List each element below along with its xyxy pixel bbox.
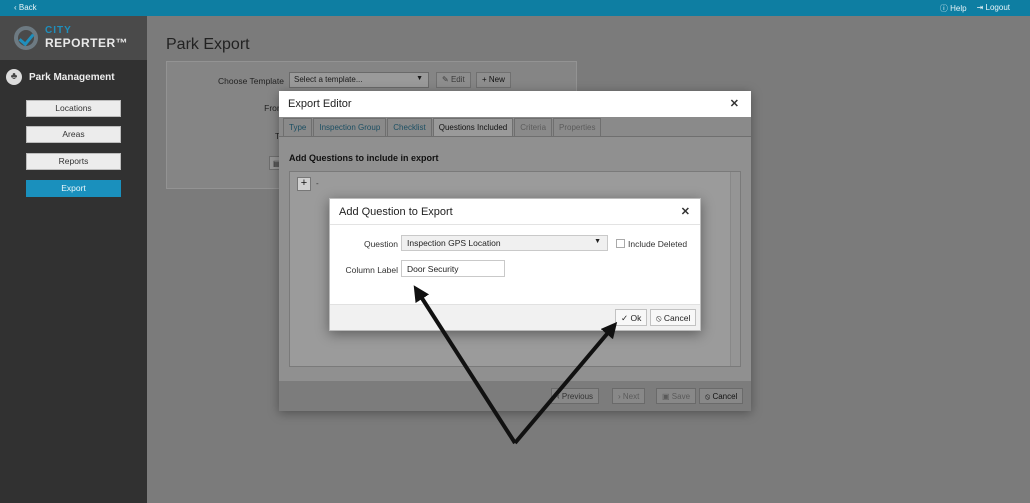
include-deleted-label: Include Deleted <box>628 239 688 249</box>
add-question-title: Add Question to Export <box>339 206 453 218</box>
template-select[interactable]: Select a template... ▼ <box>289 72 429 88</box>
questions-subheading: Add Questions to include in export <box>289 153 439 163</box>
tab-type[interactable]: Type <box>283 118 313 136</box>
cancel-button[interactable]: ⦸ Cancel <box>650 309 697 326</box>
help-link[interactable]: ⓘ Help <box>940 3 967 14</box>
cancel-label: Cancel <box>663 313 691 323</box>
tree-icon: ♣ <box>6 69 22 85</box>
save-button[interactable]: ▣ Save <box>656 388 697 404</box>
sidebar-item-locations[interactable]: Locations <box>26 100 121 117</box>
template-select-value: Select a template... <box>294 75 363 84</box>
column-label-input[interactable]: Door Security <box>401 260 505 277</box>
back-link[interactable]: ‹ Back <box>14 3 37 12</box>
floppy-icon: ▣ <box>662 392 672 401</box>
next-button[interactable]: › Next <box>612 388 646 404</box>
page-title: Park Export <box>166 36 250 53</box>
tab-properties[interactable]: Properties <box>553 118 602 136</box>
add-question-header: Add Question to Export ✕ <box>330 199 700 225</box>
logo-city-text: CITY <box>45 25 72 36</box>
from-label: From <box>264 103 284 113</box>
save-label: Save <box>671 392 691 401</box>
add-question-modal: Add Question to Export ✕ Question Inspec… <box>329 198 701 331</box>
ok-button[interactable]: ✓ Ok <box>615 309 648 326</box>
editor-cancel-button[interactable]: ⦸ Cancel <box>699 388 744 404</box>
next-label: Next <box>622 392 640 401</box>
sidebar: CITY REPORTER™ ♣ Park Management Locatio… <box>0 16 147 503</box>
plus-icon: + <box>482 75 489 84</box>
export-editor-footer: ‹ Previous › Next ▣ Save ⦸ Cancel <box>279 381 751 411</box>
sidebar-item-reports[interactable]: Reports <box>26 153 121 170</box>
to-label: To <box>177 131 284 141</box>
previous-button[interactable]: ‹ Previous <box>551 388 600 404</box>
include-deleted-checkbox[interactable] <box>616 239 625 248</box>
list-scrollbar[interactable] <box>730 172 740 366</box>
logo-check-icon <box>14 26 38 50</box>
logout-link[interactable]: ⇥ Logout <box>977 3 1010 14</box>
sidebar-item-export[interactable]: Export <box>26 180 121 197</box>
choose-template-label: Choose Template <box>218 76 284 86</box>
tab-checklist[interactable]: Checklist <box>387 118 432 136</box>
tab-criteria[interactable]: Criteria <box>514 118 553 136</box>
top-bar-actions: ⓘ Help ⇥ Logout <box>940 3 1010 14</box>
city-reporter-logo: CITY REPORTER™ <box>0 16 147 60</box>
empty-list-marker: - <box>316 179 319 188</box>
pencil-icon: ✎ <box>442 75 451 84</box>
new-template-button[interactable]: + New <box>476 72 511 88</box>
chevron-down-icon: ▼ <box>594 238 601 245</box>
export-editor-tabs: Type Inspection Group Checklist Question… <box>283 118 602 136</box>
edit-label: Edit <box>450 75 465 84</box>
logo-reporter-text: REPORTER™ <box>45 36 129 50</box>
add-question-footer: ✓ Ok ⦸ Cancel <box>330 304 700 330</box>
edit-template-button[interactable]: ✎ Edit <box>436 72 471 88</box>
add-question-button[interactable]: + <box>297 177 311 191</box>
ban-icon: ⦸ <box>656 313 664 323</box>
question-select-value: Inspection GPS Location <box>407 238 501 248</box>
sidebar-item-areas[interactable]: Areas <box>26 126 121 143</box>
question-select[interactable]: Inspection GPS Location ▼ <box>401 235 608 251</box>
ok-label: Ok <box>630 313 642 323</box>
question-label: Question <box>363 239 398 249</box>
chevron-down-icon: ▼ <box>416 75 423 82</box>
close-icon[interactable]: ✕ <box>730 97 739 110</box>
export-editor-header: Export Editor ✕ <box>279 91 751 117</box>
sidebar-section-header: ♣ Park Management <box>0 66 147 90</box>
close-icon[interactable]: ✕ <box>681 205 690 218</box>
tab-questions-included[interactable]: Questions Included <box>432 118 514 136</box>
export-editor-title: Export Editor <box>288 98 352 110</box>
sidebar-section-title: Park Management <box>29 72 115 83</box>
previous-label: Previous <box>561 392 594 401</box>
new-label: New <box>488 75 505 84</box>
column-label-label: Column Label <box>345 265 398 275</box>
cancel-label: Cancel <box>712 392 738 401</box>
tab-inspection-group[interactable]: Inspection Group <box>313 118 387 136</box>
top-bar: ‹ Back ⓘ Help ⇥ Logout <box>0 0 1030 16</box>
